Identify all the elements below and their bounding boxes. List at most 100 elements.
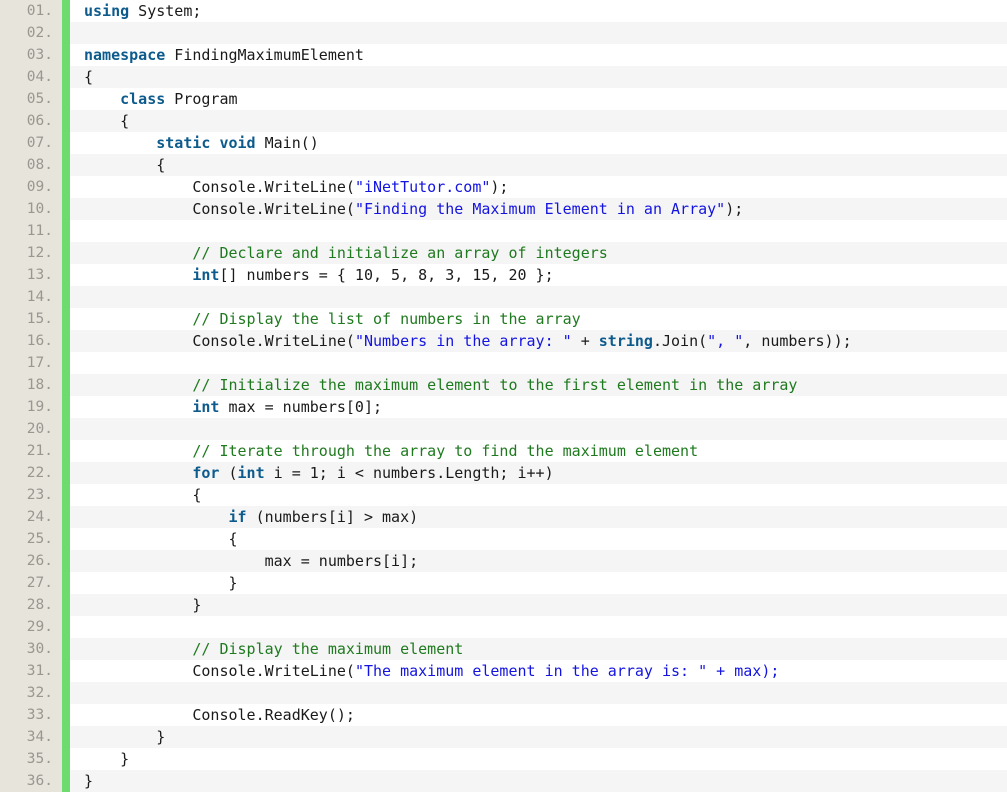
code-line-source[interactable]: {: [70, 484, 201, 506]
code-line-source[interactable]: class Program: [70, 88, 238, 110]
line-accent-bar: [62, 110, 70, 132]
code-line[interactable]: 35. }: [0, 748, 1007, 770]
code-viewer[interactable]: 01.using System;02.03. namespace FindingM…: [0, 0, 1007, 792]
code-line[interactable]: 21. // Iterate through the array to find…: [0, 440, 1007, 462]
code-line[interactable]: 02.: [0, 22, 1007, 44]
code-token-c: // Display the list of numbers in the ar…: [192, 310, 580, 328]
code-line-source[interactable]: if (numbers[i] > max): [70, 506, 418, 528]
line-accent-bar: [62, 396, 70, 418]
code-line-source[interactable]: namespace FindingMaximumElement: [70, 44, 364, 66]
code-line-source[interactable]: Console.WriteLine("Numbers in the array:…: [70, 330, 852, 352]
code-line-source[interactable]: }: [70, 594, 201, 616]
code-line-source[interactable]: int[] numbers = { 10, 5, 8, 3, 15, 20 };: [70, 264, 554, 286]
code-token-s: "Numbers in the array: ": [355, 332, 572, 350]
code-line-source[interactable]: // Initialize the maximum element to the…: [70, 374, 797, 396]
code-line-source[interactable]: using System;: [70, 0, 201, 22]
code-line-source[interactable]: {: [70, 66, 93, 88]
code-line[interactable]: 15. // Display the list of numbers in th…: [0, 308, 1007, 330]
code-line[interactable]: 24. if (numbers[i] > max): [0, 506, 1007, 528]
code-line[interactable]: 29.: [0, 616, 1007, 638]
code-token-p: [] numbers = { 10, 5, 8, 3, 15, 20 };: [219, 266, 553, 284]
code-line[interactable]: 30. // Display the maximum element: [0, 638, 1007, 660]
code-line[interactable]: 33. Console.ReadKey();: [0, 704, 1007, 726]
line-accent-bar: [62, 308, 70, 330]
code-line[interactable]: 09. Console.WriteLine("iNetTutor.com");: [0, 176, 1007, 198]
code-line-source[interactable]: }: [70, 726, 165, 748]
code-token-p: {: [84, 530, 238, 548]
code-line[interactable]: 13. int[] numbers = { 10, 5, 8, 3, 15, 2…: [0, 264, 1007, 286]
code-token-p: {: [84, 486, 201, 504]
code-line-source[interactable]: {: [70, 154, 165, 176]
line-accent-bar: [62, 638, 70, 660]
code-line-source[interactable]: // Display the list of numbers in the ar…: [70, 308, 581, 330]
line-number: 13.: [0, 264, 62, 286]
code-line-source[interactable]: {: [70, 110, 129, 132]
code-token-p: Console.WriteLine(: [84, 332, 355, 350]
code-line[interactable]: 18. // Initialize the maximum element to…: [0, 374, 1007, 396]
code-line-source[interactable]: Console.ReadKey();: [70, 704, 355, 726]
code-line-source[interactable]: static void Main(): [70, 132, 319, 154]
line-accent-bar: [62, 220, 70, 242]
code-line[interactable]: 23. {: [0, 484, 1007, 506]
code-token-p: [84, 310, 192, 328]
code-token-p: }: [84, 596, 201, 614]
code-line[interactable]: 12. // Declare and initialize an array o…: [0, 242, 1007, 264]
code-line[interactable]: 28. }: [0, 594, 1007, 616]
code-line[interactable]: 36.}: [0, 770, 1007, 792]
code-line[interactable]: 14.: [0, 286, 1007, 308]
code-token-p: Console.WriteLine(: [84, 662, 355, 680]
code-token-c: // Declare and initialize an array of in…: [192, 244, 607, 262]
code-line-source[interactable]: max = numbers[i];: [70, 550, 418, 572]
code-token-k: int: [192, 398, 219, 416]
code-line[interactable]: 20.: [0, 418, 1007, 440]
line-number: 15.: [0, 308, 62, 330]
line-number: 03.: [0, 44, 62, 66]
code-line[interactable]: 27. }: [0, 572, 1007, 594]
code-line[interactable]: 03. namespace FindingMaximumElement: [0, 44, 1007, 66]
code-line-source[interactable]: Console.WriteLine("Finding the Maximum E…: [70, 198, 743, 220]
line-number: 35.: [0, 748, 62, 770]
code-token-p: [84, 266, 192, 284]
code-token-p: Console.WriteLine(: [84, 200, 355, 218]
code-line[interactable]: 32.: [0, 682, 1007, 704]
code-line-source[interactable]: // Display the maximum element: [70, 638, 463, 660]
code-line[interactable]: 34. }: [0, 726, 1007, 748]
code-line[interactable]: 22. for (int i = 1; i < numbers.Length; …: [0, 462, 1007, 484]
code-line[interactable]: 04. {: [0, 66, 1007, 88]
code-token-p: }: [84, 728, 165, 746]
code-line-source[interactable]: }: [70, 770, 93, 792]
code-line[interactable]: 01.using System;: [0, 0, 1007, 22]
code-line-source[interactable]: int max = numbers[0];: [70, 396, 382, 418]
code-line[interactable]: 07. static void Main(): [0, 132, 1007, 154]
code-line-source[interactable]: }: [70, 572, 238, 594]
code-line[interactable]: 26. max = numbers[i];: [0, 550, 1007, 572]
code-line[interactable]: 08. {: [0, 154, 1007, 176]
code-line[interactable]: 16. Console.WriteLine("Numbers in the ar…: [0, 330, 1007, 352]
code-line[interactable]: 05. class Program: [0, 88, 1007, 110]
code-line[interactable]: 17.: [0, 352, 1007, 374]
code-line[interactable]: 31. Console.WriteLine("The maximum eleme…: [0, 660, 1007, 682]
line-number: 20.: [0, 418, 62, 440]
code-token-p: [84, 90, 120, 108]
code-token-k: int: [192, 266, 219, 284]
code-line-source[interactable]: }: [70, 748, 129, 770]
code-line-source[interactable]: {: [70, 528, 238, 550]
line-number: 04.: [0, 66, 62, 88]
code-line-source[interactable]: for (int i = 1; i < numbers.Length; i++): [70, 462, 554, 484]
code-line[interactable]: 10. Console.WriteLine("Finding the Maxim…: [0, 198, 1007, 220]
line-number: 24.: [0, 506, 62, 528]
code-line-source[interactable]: Console.WriteLine("The maximum element i…: [70, 660, 779, 682]
code-line[interactable]: 25. {: [0, 528, 1007, 550]
line-accent-bar: [62, 594, 70, 616]
line-accent-bar: [62, 154, 70, 176]
code-line-source[interactable]: // Iterate through the array to find the…: [70, 440, 698, 462]
code-line[interactable]: 19. int max = numbers[0];: [0, 396, 1007, 418]
code-line-source[interactable]: Console.WriteLine("iNetTutor.com");: [70, 176, 508, 198]
line-accent-bar: [62, 660, 70, 682]
line-number: 26.: [0, 550, 62, 572]
code-line-source[interactable]: // Declare and initialize an array of in…: [70, 242, 608, 264]
code-token-p: {: [84, 156, 165, 174]
code-line[interactable]: 06. {: [0, 110, 1007, 132]
code-token-p: [84, 464, 192, 482]
code-line[interactable]: 11.: [0, 220, 1007, 242]
